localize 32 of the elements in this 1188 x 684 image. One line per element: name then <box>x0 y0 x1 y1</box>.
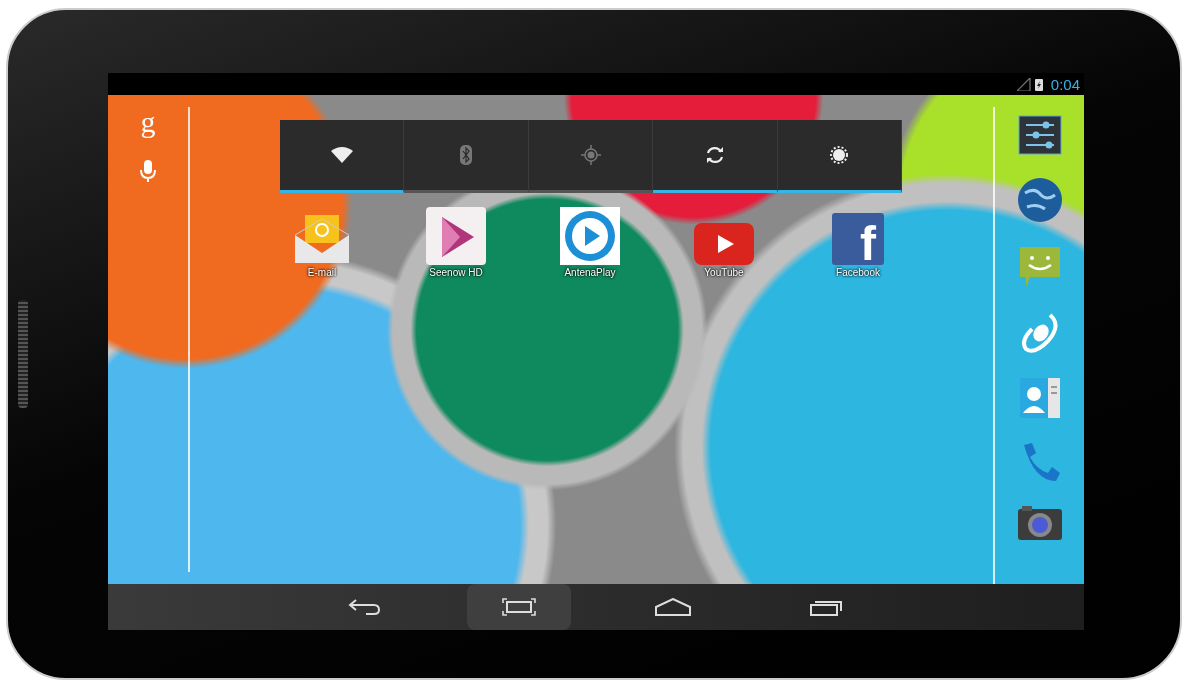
signal-icon <box>1016 77 1031 91</box>
globe-icon[interactable] <box>1016 177 1063 223</box>
wifi-icon <box>330 147 353 163</box>
screenshot-frame-icon <box>502 598 536 616</box>
clock-time: 0:04 <box>1050 75 1080 93</box>
quick-settings-tile[interactable] <box>404 120 529 193</box>
screenshot-button[interactable] <box>467 584 571 630</box>
app-label[interactable]: Seenow HD <box>429 267 483 278</box>
play-button-icon[interactable] <box>560 207 620 265</box>
envelope-icon[interactable] <box>293 213 351 265</box>
google-search-button[interactable]: g <box>138 107 158 137</box>
microphone-icon[interactable] <box>139 159 157 183</box>
quick-settings-tile[interactable] <box>777 120 903 193</box>
brightness-icon <box>828 144 851 166</box>
quick-settings-tile[interactable] <box>528 120 654 193</box>
quick-settings-tile[interactable] <box>280 120 405 193</box>
facebook-icon[interactable]: f <box>832 213 884 265</box>
sync-icon <box>704 145 725 165</box>
recents-icon <box>810 598 844 616</box>
play-button-icon[interactable] <box>694 223 754 265</box>
battery-icon <box>1034 77 1043 91</box>
back-arrow-icon <box>348 598 382 616</box>
app-label[interactable]: AntenaPlay <box>564 267 616 278</box>
camera-icon[interactable] <box>1016 505 1063 541</box>
contacts-icon[interactable] <box>1018 377 1061 419</box>
location-icon <box>580 145 601 165</box>
quick-settings-tile[interactable] <box>653 120 778 193</box>
bluetooth-icon <box>460 145 473 165</box>
app-label[interactable]: YouTube <box>704 267 744 278</box>
settings-icon[interactable] <box>1017 115 1062 155</box>
home-icon <box>655 598 691 616</box>
app-label[interactable]: Facebook <box>836 267 880 278</box>
